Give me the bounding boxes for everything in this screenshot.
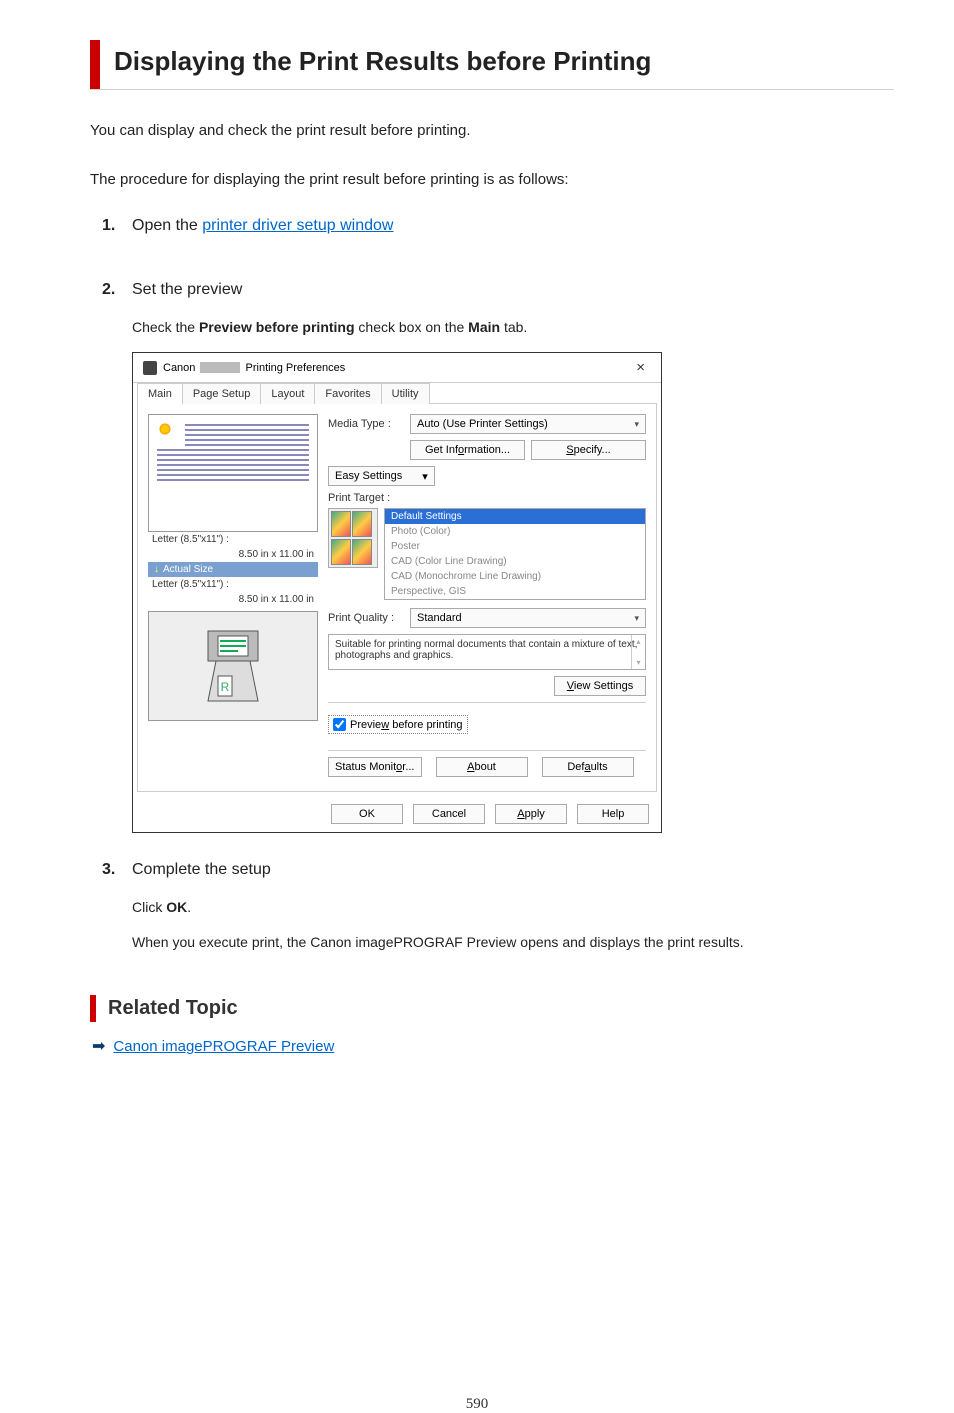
checkbox-input[interactable] xyxy=(333,718,346,731)
step-1-text-pre: Open the xyxy=(132,217,202,234)
printing-preferences-dialog: Canon Printing Preferences × Main Page S… xyxy=(132,352,662,833)
dialog-title: Canon Printing Preferences xyxy=(163,362,630,374)
easy-settings-button[interactable]: Easy Settings ▾ xyxy=(328,466,435,486)
page-number: 590 xyxy=(0,1396,954,1413)
cancel-button[interactable]: Cancel xyxy=(413,804,485,824)
dialog-tabs: Main Page Setup Layout Favorites Utility xyxy=(133,383,661,404)
print-quality-label: Print Quality : xyxy=(328,612,404,624)
paper-size-label-2: Letter (8.5"x11") : xyxy=(148,577,318,592)
dialog-model-blur xyxy=(200,362,240,373)
step-2: 2. Set the preview Check the Preview bef… xyxy=(102,281,894,833)
related-link-row: ➡ Canon imagePROGRAF Preview xyxy=(92,1036,894,1056)
actual-size-label: ↓ Actual Size xyxy=(148,562,318,577)
title-accent xyxy=(90,40,100,89)
step-number: 1. xyxy=(102,217,132,253)
view-settings-button[interactable]: View Settings xyxy=(554,676,646,696)
intro-text-2: The procedure for displaying the print r… xyxy=(90,169,894,192)
related-topic-bar: Related Topic xyxy=(90,995,894,1022)
about-button[interactable]: About xyxy=(436,757,528,777)
page-title-bar: Displaying the Print Results before Prin… xyxy=(90,40,894,90)
step-3-text-1: Click OK. xyxy=(132,897,894,918)
media-type-dropdown[interactable]: Auto (Use Printer Settings) ▾ xyxy=(410,414,646,434)
chevron-down-icon: ▾ xyxy=(634,613,639,624)
print-target-label: Print Target : xyxy=(328,492,646,504)
step-number: 2. xyxy=(102,281,132,833)
page-title: Displaying the Print Results before Prin… xyxy=(114,40,651,89)
printer-driver-link[interactable]: printer driver setup window xyxy=(202,217,393,234)
tab-page-setup[interactable]: Page Setup xyxy=(182,383,262,404)
print-quality-dropdown[interactable]: Standard ▾ xyxy=(410,608,646,628)
dialog-icon xyxy=(143,361,157,375)
defaults-button[interactable]: Defaults xyxy=(542,757,634,777)
svg-text:R: R xyxy=(221,680,230,694)
step-1: 1. Open the printer driver setup window xyxy=(102,217,894,253)
step-number: 3. xyxy=(102,861,132,967)
tab-layout[interactable]: Layout xyxy=(260,383,315,404)
step-3: 3. Complete the setup Click OK. When you… xyxy=(102,861,894,967)
close-icon[interactable]: × xyxy=(630,359,651,376)
tab-main[interactable]: Main xyxy=(137,383,183,404)
media-type-label: Media Type : xyxy=(328,418,404,430)
target-item[interactable]: CAD (Monochrome Line Drawing) xyxy=(385,569,645,584)
step-2-title: Set the preview xyxy=(132,281,894,299)
ok-button[interactable]: OK xyxy=(331,804,403,824)
target-item[interactable]: Poster xyxy=(385,539,645,554)
target-item[interactable]: Perspective, GIS xyxy=(385,584,645,599)
chevron-down-icon: ▾ xyxy=(634,419,639,430)
scrollbar[interactable]: ▴▾ xyxy=(631,635,645,669)
paper-size-label-1: Letter (8.5"x11") : xyxy=(148,532,318,547)
step-3-text-2: When you execute print, the Canon imageP… xyxy=(132,932,894,953)
specify-button[interactable]: Specify... xyxy=(531,440,646,460)
step-1-title: Open the printer driver setup window xyxy=(132,217,894,235)
print-target-list[interactable]: Default Settings Photo (Color) Poster CA… xyxy=(384,508,646,600)
preview-before-printing-checkbox[interactable]: Preview before printing xyxy=(328,715,468,734)
get-information-button[interactable]: Get Information... xyxy=(410,440,525,460)
related-topic-heading: Related Topic xyxy=(108,995,238,1022)
status-monitor-button[interactable]: Status Monitor... xyxy=(328,757,422,777)
target-item[interactable]: Default Settings xyxy=(385,509,645,524)
dialog-titlebar: Canon Printing Preferences × xyxy=(133,353,661,383)
intro-text-1: You can display and check the print resu… xyxy=(90,120,894,143)
dialog-button-row: OK Cancel Apply Help xyxy=(133,796,661,832)
paper-dim-1: 8.50 in x 11.00 in xyxy=(148,547,318,562)
target-item[interactable]: CAD (Color Line Drawing) xyxy=(385,554,645,569)
related-accent xyxy=(90,995,96,1022)
help-button[interactable]: Help xyxy=(577,804,649,824)
tab-panel-main: Letter (8.5"x11") : 8.50 in x 11.00 in ↓… xyxy=(137,403,657,792)
target-item[interactable]: Photo (Color) xyxy=(385,524,645,539)
paper-dim-2: 8.50 in x 11.00 in xyxy=(148,592,318,607)
tab-utility[interactable]: Utility xyxy=(381,383,430,404)
print-target-thumbnail xyxy=(328,508,378,568)
down-arrow-icon: ↓ xyxy=(154,564,159,575)
page-preview xyxy=(148,414,318,532)
arrow-right-icon: ➡ xyxy=(92,1036,105,1056)
tab-favorites[interactable]: Favorites xyxy=(314,383,381,404)
step-2-text: Check the Preview before printing check … xyxy=(132,317,894,338)
apply-button[interactable]: Apply xyxy=(495,804,567,824)
related-link[interactable]: Canon imagePROGRAF Preview xyxy=(113,1038,334,1055)
chevron-down-icon: ▾ xyxy=(422,470,428,483)
description-box: Suitable for printing normal documents t… xyxy=(328,634,646,670)
step-3-title: Complete the setup xyxy=(132,861,894,879)
printer-illustration: R xyxy=(148,611,318,721)
